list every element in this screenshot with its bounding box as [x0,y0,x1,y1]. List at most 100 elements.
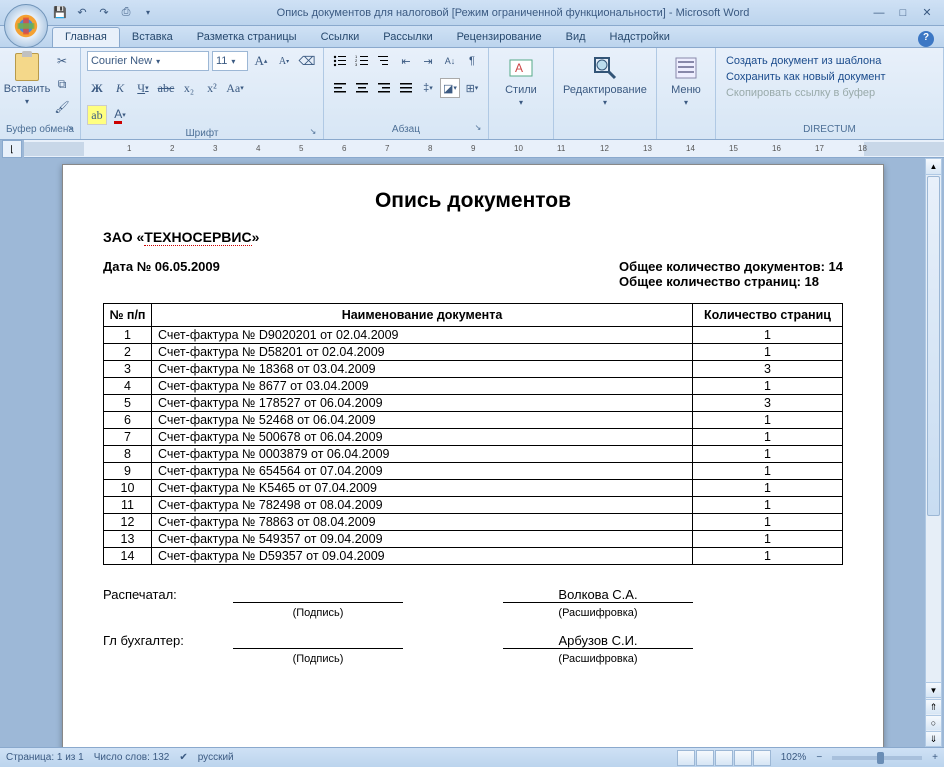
view-full-screen[interactable] [696,750,714,766]
tab-review[interactable]: Рецензирование [445,28,554,47]
strike-button[interactable]: abc [156,78,176,98]
vertical-scrollbar[interactable]: ▲ ▼ ⇑ ○ ⇓ [925,158,942,747]
zoom-slider[interactable] [832,756,922,760]
shrink-font-icon[interactable]: A▾ [274,51,294,71]
tab-home[interactable]: Главная [52,27,120,47]
scroll-thumb[interactable] [927,176,940,516]
proofing-icon[interactable]: ✔ [179,752,187,763]
align-left-button[interactable] [330,78,350,98]
paste-button[interactable]: Вставить ▾ [6,51,48,124]
styles-button[interactable]: A Стили ▾ [495,51,547,107]
font-name-combo[interactable]: Courier New▾ [87,51,209,71]
th-num: № п/п [104,304,152,327]
minimize-button[interactable]: — [870,6,888,20]
horizontal-ruler[interactable]: 123456789101112131415161718 [24,140,944,158]
view-outline[interactable] [734,750,752,766]
bullets-button[interactable] [330,51,350,71]
tab-mailings[interactable]: Рассылки [371,28,444,47]
borders-button[interactable]: ⊞▾ [462,78,482,98]
paste-label: Вставить [4,83,51,95]
shading-button[interactable]: ◪▾ [440,78,460,98]
align-right-button[interactable] [374,78,394,98]
superscript-button[interactable]: x² [202,78,222,98]
sort-button[interactable]: A↓ [440,51,460,71]
group-font: Courier New▾ 11▾ A▴ A▾ ⌫ Ж К Ч▾ abc x₂ x… [81,48,324,139]
scroll-down-icon[interactable]: ▼ [926,682,941,698]
doc-date: Дата № 06.05.2009 [103,259,619,289]
prev-page-icon[interactable]: ⇑ [926,699,941,714]
redo-icon[interactable]: ↷ [96,5,112,21]
subscript-button[interactable]: x₂ [179,78,199,98]
status-zoom[interactable]: 102% [781,752,807,763]
format-painter-icon[interactable]: 🖌 [52,97,72,117]
directum-create-link[interactable]: Создать документ из шаблона [726,55,933,67]
group-label-paragraph: Абзац↘ [330,124,482,137]
tab-insert[interactable]: Вставка [120,28,185,47]
paragraph-launcher-icon[interactable]: ↘ [472,123,484,135]
clear-format-icon[interactable]: ⌫ [297,51,317,71]
align-center-button[interactable] [352,78,372,98]
close-button[interactable]: ✕ [918,6,936,20]
menu-button[interactable]: Меню ▾ [663,51,709,107]
indent-decrease-button[interactable]: ⇤ [396,51,416,71]
editing-button[interactable]: Редактирование ▾ [560,51,650,107]
justify-button[interactable] [396,78,416,98]
show-marks-button[interactable]: ¶ [462,51,482,71]
table-row: 7Счет-фактура № 500678 от 06.04.20091 [104,429,843,446]
sig-chief-label: Гл бухгалтер: [103,633,233,649]
print-icon[interactable]: ⎙ [118,5,134,21]
tab-references[interactable]: Ссылки [309,28,372,47]
multilevel-button[interactable] [374,51,394,71]
tab-addins[interactable]: Надстройки [598,28,682,47]
save-icon[interactable]: 💾 [52,5,68,21]
tab-layout[interactable]: Разметка страницы [185,28,309,47]
group-directum: Создать документ из шаблона Сохранить ка… [716,48,944,139]
group-editing: Редактирование ▾ . [554,48,657,139]
view-print-layout[interactable] [677,750,695,766]
select-browse-icon[interactable]: ○ [926,715,941,730]
window-title: Опись документов для налоговой [Режим ог… [156,7,870,19]
font-launcher-icon[interactable]: ↘ [307,127,319,139]
highlight-button[interactable]: ab [87,105,107,125]
table-row: 9Счет-фактура № 654564 от 07.04.20091 [104,463,843,480]
menu-label: Меню [671,84,701,96]
indent-increase-button[interactable]: ⇥ [418,51,438,71]
scroll-up-icon[interactable]: ▲ [926,159,941,175]
doc-org: ЗАО «ТЕХНОСЕРВИС» [103,229,843,245]
line-spacing-button[interactable]: ‡▾ [418,78,438,98]
font-color-button[interactable]: A▾ [110,105,130,125]
directum-copy-link[interactable]: Скопировать ссылку в буфер [726,87,933,99]
italic-button[interactable]: К [110,78,130,98]
numbering-button[interactable]: 123 [352,51,372,71]
zoom-in-icon[interactable]: + [932,752,938,763]
doc-title: Опись документов [103,189,843,213]
directum-save-link[interactable]: Сохранить как новый документ [726,71,933,83]
bold-button[interactable]: Ж [87,78,107,98]
tab-view[interactable]: Вид [554,28,598,47]
status-words[interactable]: Число слов: 132 [94,752,170,763]
document-page[interactable]: Опись документов ЗАО «ТЕХНОСЕРВИС» Дата … [62,164,884,747]
copy-icon[interactable]: ⧉ [52,74,72,94]
editing-label: Редактирование [563,84,647,96]
cut-icon[interactable]: ✂ [52,51,72,71]
help-icon[interactable]: ? [918,31,934,47]
font-size-combo[interactable]: 11▾ [212,51,248,71]
qat-more-icon[interactable]: ▾ [140,5,156,21]
zoom-out-icon[interactable]: − [816,752,822,763]
status-lang[interactable]: русский [198,752,234,763]
underline-button[interactable]: Ч▾ [133,78,153,98]
table-row: 3Счет-фактура № 18368 от 03.04.20093 [104,361,843,378]
undo-icon[interactable]: ↶ [74,5,90,21]
change-case-button[interactable]: Aa▾ [225,78,245,98]
status-page[interactable]: Страница: 1 из 1 [6,752,84,763]
grow-font-icon[interactable]: A▴ [251,51,271,71]
maximize-button[interactable]: □ [894,6,912,20]
table-row: 8Счет-фактура № 0003879 от 06.04.20091 [104,446,843,463]
view-draft[interactable] [753,750,771,766]
view-web-layout[interactable] [715,750,733,766]
clipboard-launcher-icon[interactable]: ↘ [64,123,76,135]
next-page-icon[interactable]: ⇓ [926,731,941,746]
office-button[interactable] [4,4,48,48]
doc-page-count: Общее количество страниц: 18 [619,274,843,289]
ruler-corner[interactable]: ⌊ [2,140,22,158]
